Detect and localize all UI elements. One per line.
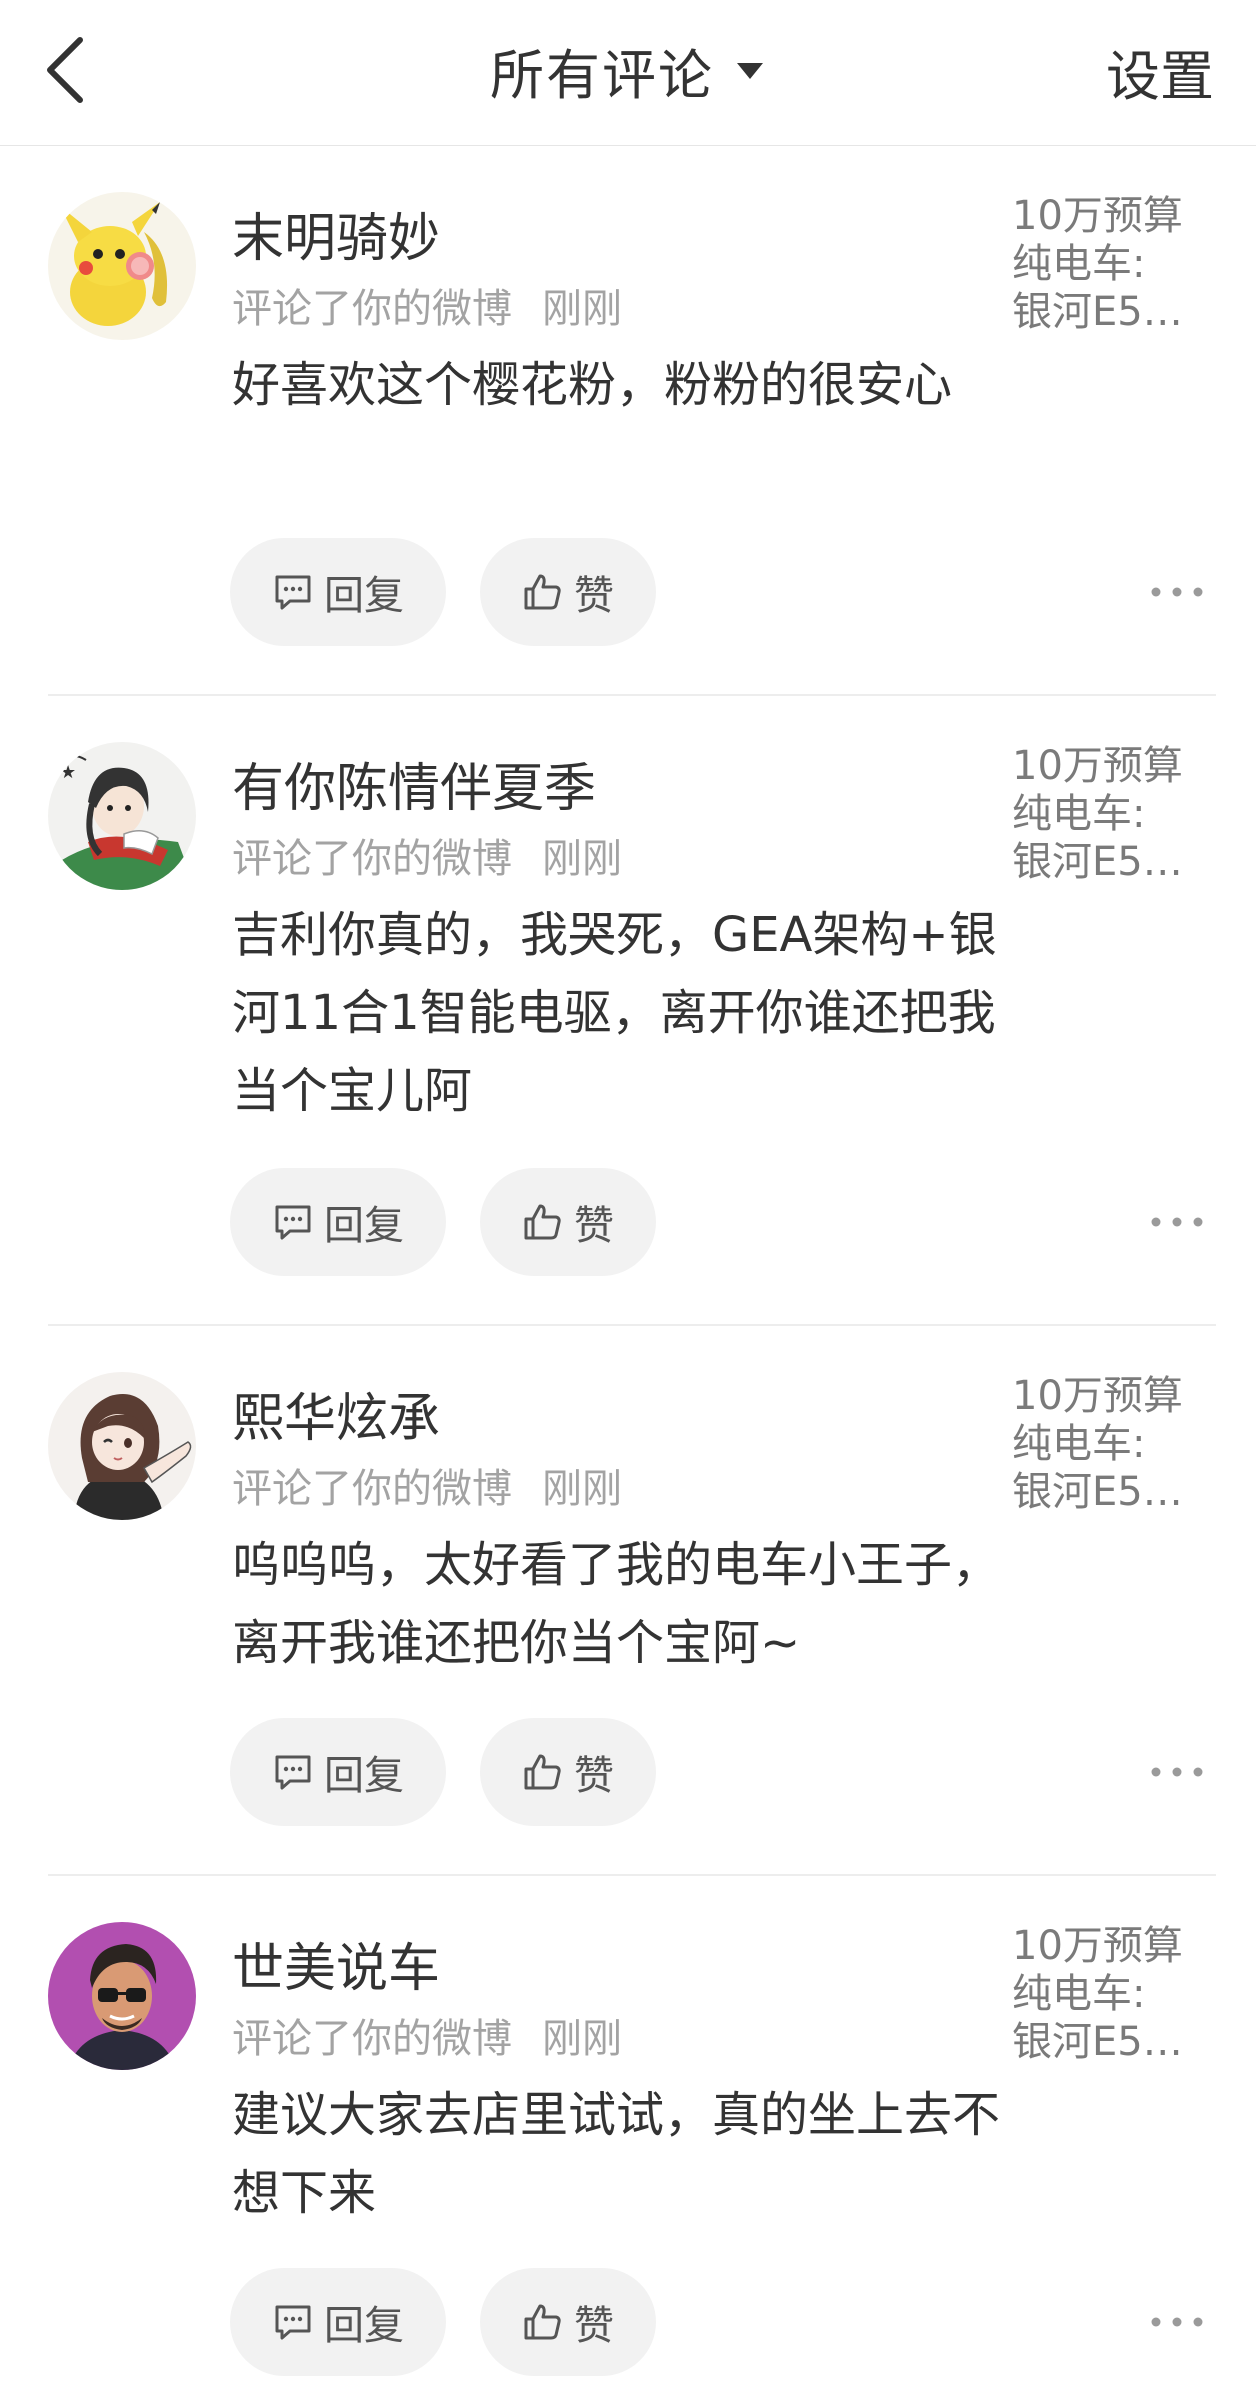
username[interactable]: 熙华炫承 [232, 1376, 440, 1451]
like-label: 赞 [574, 2303, 614, 2349]
reply-label: 回复 [324, 573, 404, 619]
comment-meta: 评论了你的微博 刚刚 [232, 2006, 622, 2064]
divider [48, 1874, 1216, 1876]
like-button[interactable]: 赞 [480, 1168, 656, 1276]
divider [48, 694, 1216, 696]
action-text: 评论了你的微博 [232, 286, 512, 332]
post-reference-line: 纯电车: [1012, 791, 1146, 837]
thumbs-up-icon [524, 1204, 561, 1240]
like-label: 赞 [574, 1753, 614, 1799]
reply-label: 回复 [324, 1203, 404, 1249]
title-group[interactable]: 所有评论 [0, 30, 1256, 110]
post-reference-line: 银河E5… [1012, 2019, 1183, 2065]
comment-item: ★ 有你陈情伴夏季 评论了你的微博 刚刚 吉利你真的，我哭死，GEA架构+银河11… [48, 742, 1216, 1326]
post-reference-line: 10万预算 [1012, 1373, 1183, 1419]
post-reference[interactable]: 10万预算 纯电车: 银河E5… [1012, 1372, 1212, 1516]
comment-bubble-icon [275, 1205, 311, 1240]
man-with-glasses-avatar-icon [48, 1922, 196, 2070]
more-dots-icon [1151, 1217, 1203, 1227]
timestamp: 刚刚 [542, 836, 622, 882]
reply-button[interactable]: 回复 [230, 538, 446, 646]
svg-text:★: ★ [60, 762, 76, 783]
post-reference-line: 10万预算 [1012, 743, 1183, 789]
comment-bubble-icon [275, 1755, 311, 1790]
post-reference-line: 10万预算 [1012, 193, 1183, 239]
more-dots-icon [1151, 1767, 1203, 1777]
reply-button[interactable]: 回复 [230, 1718, 446, 1826]
post-reference-line: 纯电车: [1012, 241, 1146, 287]
post-reference-line: 银河E5… [1012, 839, 1183, 885]
anime-character-avatar-icon: ★ [48, 742, 196, 890]
like-label: 赞 [574, 1203, 614, 1249]
reply-button[interactable]: 回复 [230, 2268, 446, 2376]
like-button[interactable]: 赞 [480, 2268, 656, 2376]
post-reference[interactable]: 10万预算 纯电车: 银河E5… [1012, 1922, 1212, 2066]
settings-button[interactable]: 设置 [1106, 32, 1214, 111]
timestamp: 刚刚 [542, 2016, 622, 2062]
like-button[interactable]: 赞 [480, 538, 656, 646]
anime-girl-avatar-icon [48, 1372, 196, 1520]
thumbs-up-icon [524, 574, 561, 610]
post-reference-line: 纯电车: [1012, 1971, 1146, 2017]
action-text: 评论了你的微博 [232, 1466, 512, 1512]
more-options-button[interactable] [1142, 572, 1212, 612]
username[interactable]: 有你陈情伴夏季 [232, 746, 596, 821]
like-label: 赞 [574, 573, 614, 619]
avatar[interactable] [48, 1922, 196, 2070]
action-text: 评论了你的微博 [232, 2016, 512, 2062]
reply-label: 回复 [324, 2303, 404, 2349]
divider [48, 1324, 1216, 1326]
username[interactable]: 末明骑妙 [232, 196, 440, 271]
comment-text: 好喜欢这个樱花粉，粉粉的很安心 [232, 357, 953, 413]
reply-button[interactable]: 回复 [230, 1168, 446, 1276]
more-options-button[interactable] [1142, 2302, 1212, 2342]
pikachu-avatar-icon [48, 192, 196, 340]
caret-down-icon[interactable] [734, 54, 766, 86]
more-dots-icon [1151, 587, 1203, 597]
more-options-button[interactable] [1142, 1202, 1212, 1242]
timestamp: 刚刚 [542, 1466, 622, 1512]
username[interactable]: 世美说车 [232, 1926, 440, 2001]
comment-bubble-icon [275, 575, 311, 610]
top-bar: 所有评论 设置 [0, 0, 1256, 146]
comment-meta: 评论了你的微博 刚刚 [232, 1456, 622, 1514]
comment-meta: 评论了你的微博 刚刚 [232, 826, 622, 884]
comment-item: 世美说车 评论了你的微博 刚刚 建议大家去店里试试，真的坐上去不想下来 10万预算… [48, 1922, 1216, 2392]
comment-text: 呜呜呜，太好看了我的电车小王子，离开我谁还把你当个宝阿~ [232, 1537, 1001, 1671]
post-reference[interactable]: 10万预算 纯电车: 银河E5… [1012, 192, 1212, 336]
more-dots-icon [1151, 2317, 1203, 2327]
comment-meta: 评论了你的微博 刚刚 [232, 276, 622, 334]
comment-text: 吉利你真的，我哭死，GEA架构+银河11合1智能电驱，离开你谁还把我当个宝儿阿 [232, 907, 997, 1119]
timestamp: 刚刚 [542, 286, 622, 332]
comment-item: 末明骑妙 评论了你的微博 刚刚 好喜欢这个樱花粉，粉粉的很安心 10万预算 纯电车… [48, 192, 1216, 696]
reply-label: 回复 [324, 1753, 404, 1799]
action-text: 评论了你的微博 [232, 836, 512, 882]
avatar[interactable] [48, 192, 196, 340]
comment-text: 建议大家去店里试试，真的坐上去不想下来 [232, 2087, 1001, 2221]
like-button[interactable]: 赞 [480, 1718, 656, 1826]
post-reference-line: 10万预算 [1012, 1923, 1183, 1969]
page-title[interactable]: 所有评论 [490, 31, 714, 110]
post-reference-line: 银河E5… [1012, 289, 1183, 335]
comment-bubble-icon [275, 2305, 311, 2340]
post-reference[interactable]: 10万预算 纯电车: 银河E5… [1012, 742, 1212, 886]
avatar[interactable]: ★ [48, 742, 196, 890]
post-reference-line: 纯电车: [1012, 1421, 1146, 1467]
more-options-button[interactable] [1142, 1752, 1212, 1792]
thumbs-up-icon [524, 2304, 561, 2340]
post-reference-line: 银河E5… [1012, 1469, 1183, 1515]
comment-item: 熙华炫承 评论了你的微博 刚刚 呜呜呜，太好看了我的电车小王子，离开我谁还把你当个… [48, 1372, 1216, 1876]
avatar[interactable] [48, 1372, 196, 1520]
thumbs-up-icon [524, 1754, 561, 1790]
